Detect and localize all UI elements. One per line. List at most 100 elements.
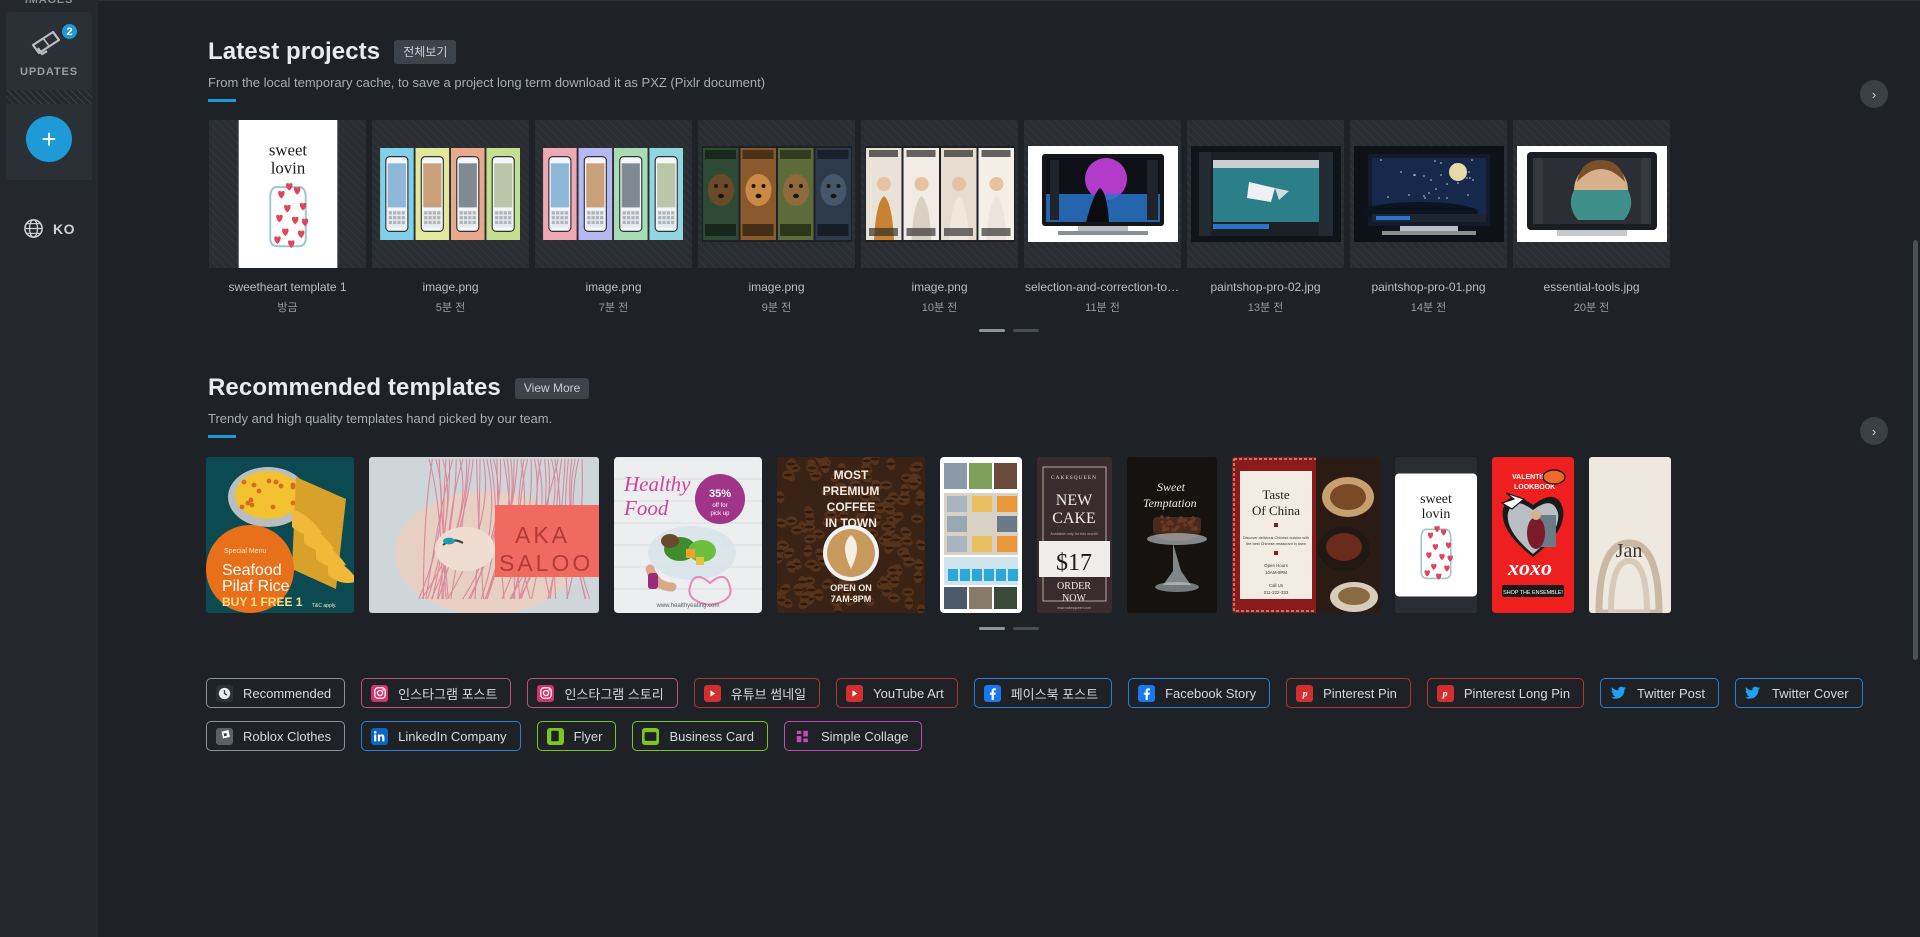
svg-text:Open Hours: Open Hours	[1264, 563, 1288, 568]
project-thumbnail[interactable]	[861, 120, 1018, 268]
template-card[interactable]	[940, 457, 1022, 613]
pinterest-icon: p	[1296, 685, 1313, 702]
scrollbar-thumb[interactable]	[1913, 240, 1918, 660]
category-chip-list[interactable]: Recommended 인스타그램 포스트 인스타그램 스토리 유튜브 썸네일 YouT…	[98, 678, 1920, 751]
svg-text:Pilaf Rice: Pilaf Rice	[222, 578, 290, 595]
pager-dot[interactable]	[1013, 627, 1039, 630]
project-timestamp: 14분 전	[1347, 299, 1510, 315]
category-chip-flyer[interactable]: Flyer	[537, 721, 617, 751]
category-chip-clock[interactable]: Recommended	[206, 678, 345, 708]
project-card[interactable]: essential-tools.jpg 20분 전	[1510, 120, 1673, 315]
project-thumbnail[interactable]	[1024, 120, 1181, 268]
category-chip-youtube[interactable]: YouTube Art	[836, 678, 958, 708]
svg-text:7AM-8PM: 7AM-8PM	[831, 594, 872, 604]
category-chip-pinterest[interactable]: p Pinterest Pin	[1286, 678, 1411, 708]
project-timestamp: 7분 전	[532, 299, 695, 315]
template-card[interactable]: MOST PREMIUM COFFEE IN TOWN OPEN ON 7AM-…	[777, 457, 925, 613]
category-chip-facebook[interactable]: Facebook Story	[1128, 678, 1270, 708]
recommended-next-button[interactable]: ›	[1860, 417, 1888, 445]
svg-text:Sweet: Sweet	[1157, 480, 1186, 494]
chip-label: 유튜브 썸네일	[731, 684, 806, 703]
left-rail: IMAGES 2 UPDATES + KO	[0, 0, 98, 937]
project-thumbnail[interactable]	[1513, 120, 1670, 268]
category-chip-grid[interactable]: Simple Collage	[784, 721, 922, 751]
rail-cut-label: IMAGES	[25, 0, 73, 6]
add-new-button[interactable]: +	[26, 116, 72, 162]
project-thumbnail[interactable]: sweet lovin	[209, 120, 366, 268]
svg-text:10AM-8PM: 10AM-8PM	[1265, 570, 1287, 575]
project-thumbnail[interactable]	[372, 120, 529, 268]
recommended-subtitle: Trendy and high quality templates hand p…	[208, 411, 1920, 426]
template-card[interactable]: Taste Of China Discover delicious Chines…	[1232, 457, 1380, 613]
svg-text:SALOO: SALOO	[499, 550, 593, 576]
project-card[interactable]: image.png 7분 전	[532, 120, 695, 315]
template-card[interactable]: sweet lovin	[1395, 457, 1477, 613]
chip-label: YouTube Art	[873, 686, 944, 701]
project-card[interactable]: paintshop-pro-02.jpg 13분 전	[1184, 120, 1347, 315]
project-name: sweetheart template 1	[206, 280, 369, 294]
project-timestamp: 9분 전	[695, 299, 858, 315]
category-chip-linkedin[interactable]: LinkedIn Company	[361, 721, 520, 751]
sidebar-item-updates[interactable]: 2 UPDATES	[6, 12, 92, 90]
chip-label: Twitter Post	[1637, 686, 1705, 701]
category-chip-pinterest[interactable]: p Pinterest Long Pin	[1427, 678, 1584, 708]
project-card[interactable]: image.png 10분 전	[858, 120, 1021, 315]
view-all-button[interactable]: 전체보기	[394, 40, 456, 64]
svg-text:lovin: lovin	[270, 158, 305, 177]
chip-label: LinkedIn Company	[398, 729, 506, 744]
category-chip-roblox[interactable]: Roblox Clothes	[206, 721, 345, 751]
project-card[interactable]: selection-and-correction-tools.j… 11분 전	[1021, 120, 1184, 315]
project-card[interactable]: sweet lovin sweetheart template 1 방금	[206, 120, 369, 315]
megaphone-icon: 2	[29, 26, 69, 60]
project-thumbnail[interactable]	[698, 120, 855, 268]
svg-text:Food: Food	[623, 496, 669, 520]
svg-text:ORDER: ORDER	[1057, 581, 1091, 592]
svg-text:CAKE: CAKE	[1052, 510, 1096, 527]
category-chip-youtube[interactable]: 유튜브 썸네일	[694, 678, 820, 708]
template-card[interactable]: Jan	[1589, 457, 1671, 613]
pager-dot[interactable]	[979, 627, 1005, 630]
project-name: image.png	[532, 280, 695, 294]
latest-next-button[interactable]: ›	[1860, 80, 1888, 108]
latest-projects-subtitle: From the local temporary cache, to save …	[208, 75, 1920, 90]
template-card[interactable]: Special Menu Seafood Pilaf Rice BUY 1 FR…	[206, 457, 354, 613]
category-chip-twitter[interactable]: Twitter Post	[1600, 678, 1719, 708]
view-more-button[interactable]: View More	[515, 378, 589, 399]
project-timestamp: 13분 전	[1184, 299, 1347, 315]
project-timestamp: 20분 전	[1510, 299, 1673, 315]
pinterest-icon: p	[1437, 685, 1454, 702]
recommended-templates-pager[interactable]	[98, 627, 1920, 630]
project-card[interactable]: image.png 9분 전	[695, 120, 858, 315]
latest-projects-carousel[interactable]: sweet lovin sweetheart template 1 방금 ima…	[98, 120, 1920, 315]
chip-label: Roblox Clothes	[243, 729, 331, 744]
recommended-templates-carousel[interactable]: Special Menu Seafood Pilaf Rice BUY 1 FR…	[98, 457, 1920, 613]
svg-text:COFFEE: COFFEE	[827, 500, 876, 514]
template-card[interactable]: Healthy Food 35% off for pick up www.hea…	[614, 457, 762, 613]
template-card[interactable]: Sweet Temptation	[1127, 457, 1217, 613]
language-selector[interactable]: KO	[23, 218, 75, 239]
category-chip-instagram[interactable]: 인스타그램 포스트	[361, 678, 511, 708]
project-thumbnail[interactable]	[1350, 120, 1507, 268]
project-name: essential-tools.jpg	[1510, 280, 1673, 294]
category-chip-twitter[interactable]: Twitter Cover	[1735, 678, 1863, 708]
rail-divider	[6, 90, 92, 104]
recommended-title: Recommended templates	[208, 374, 501, 402]
category-chip-facebook[interactable]: 페이스북 포스트	[974, 678, 1112, 708]
category-chip-instagram[interactable]: 인스타그램 스토리	[527, 678, 677, 708]
chip-label: Flyer	[574, 729, 603, 744]
grid-icon	[794, 728, 811, 745]
project-card[interactable]: image.png 5분 전	[369, 120, 532, 315]
svg-text:Temptation: Temptation	[1143, 496, 1197, 510]
svg-text:xoxo: xoxo	[1507, 555, 1552, 580]
project-thumbnail[interactable]	[535, 120, 692, 268]
facebook-icon	[984, 685, 1001, 702]
recommended-templates-header: Recommended templates View More Trendy a…	[98, 374, 1920, 438]
template-card[interactable]: AKA SALOO	[369, 457, 599, 613]
category-chip-contact-card[interactable]: Business Card	[632, 721, 768, 751]
template-card[interactable]: CAKESQUEEN NEW CAKE Available only for t…	[1037, 457, 1112, 613]
project-card[interactable]: paintshop-pro-01.png 14분 전	[1347, 120, 1510, 315]
project-thumbnail[interactable]	[1187, 120, 1344, 268]
template-card[interactable]: VALENTiNE'S LOOKBOOK xoxo SHOP THE ENSEM…	[1492, 457, 1574, 613]
add-new-section: +	[6, 104, 92, 180]
project-name: image.png	[695, 280, 858, 294]
